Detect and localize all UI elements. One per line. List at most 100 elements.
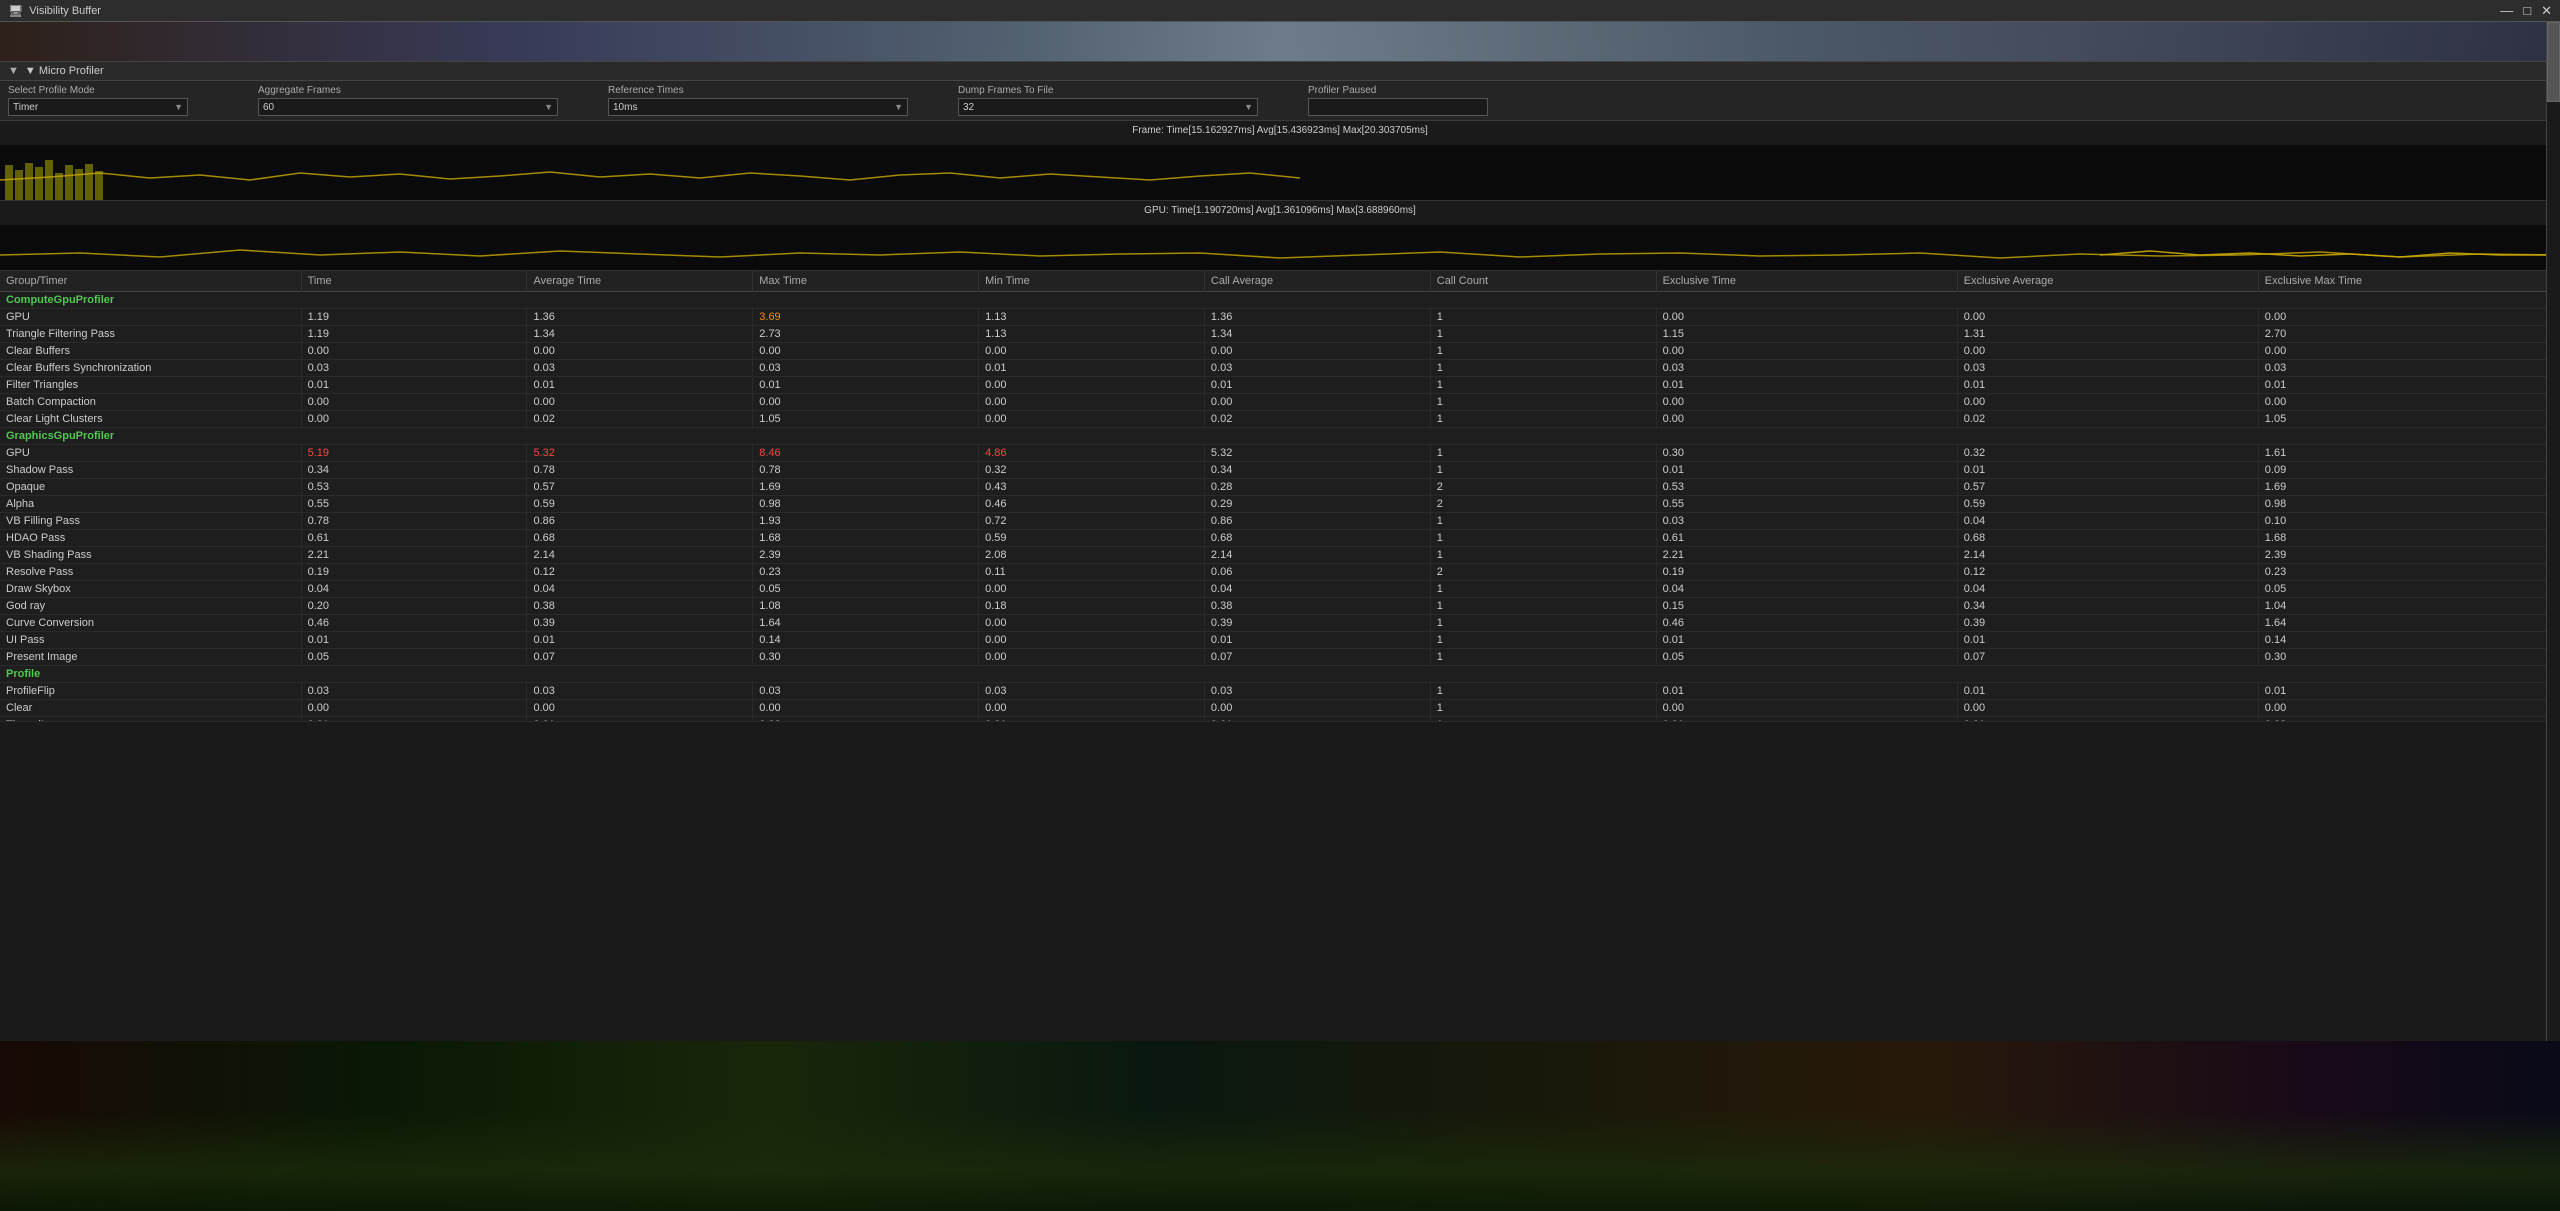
table-cell: 5.32	[1204, 445, 1430, 462]
table-row[interactable]: Triangle Filtering Pass1.191.342.731.131…	[0, 326, 2560, 343]
close-button[interactable]: ✕	[2541, 3, 2552, 19]
gpu-time-graph	[0, 225, 2560, 270]
col-min-time: Min Time	[979, 271, 1205, 292]
table-row[interactable]: GPU1.191.363.691.131.3610.000.000.00	[0, 309, 2560, 326]
table-cell: 3.69	[753, 309, 979, 326]
aggregate-frames-select[interactable]: 60 ▼	[258, 98, 558, 116]
profiler-table: Group/Timer Time Average Time Max Time M…	[0, 271, 2560, 721]
table-cell: 0.02	[2258, 717, 2559, 722]
table-cell: 0.86	[527, 513, 753, 530]
table-cell: 0.01	[301, 377, 527, 394]
table-row[interactable]: VB Filling Pass0.780.861.930.720.8610.03…	[0, 513, 2560, 530]
table-row[interactable]: Clear Buffers0.000.000.000.000.0010.000.…	[0, 343, 2560, 360]
table-row[interactable]: HDAO Pass0.610.681.680.590.6810.610.681.…	[0, 530, 2560, 547]
table-cell: 0.00	[2258, 343, 2559, 360]
micro-profiler-panel: ▼ ▼ Micro Profiler Select Profile Mode T…	[0, 62, 2560, 721]
maximize-button[interactable]: □	[2523, 3, 2531, 19]
table-cell: 2.14	[1957, 547, 2258, 564]
table-cell: 0.00	[979, 377, 1205, 394]
main-container: ▼ ▼ Micro Profiler Select Profile Mode T…	[0, 62, 2560, 1211]
dump-frames-select[interactable]: 32 ▼	[958, 98, 1258, 116]
table-cell: 0.03	[2258, 360, 2559, 377]
aggregate-frames-label: Aggregate Frames	[258, 85, 578, 96]
table-cell: 0.02	[1957, 411, 2258, 428]
table-cell: 0.46	[979, 496, 1205, 513]
titlebar-controls[interactable]: — □ ✕	[2500, 3, 2552, 19]
table-cell: 0.01	[753, 377, 979, 394]
table-row[interactable]: Clear Light Clusters0.000.021.050.000.02…	[0, 411, 2560, 428]
table-row[interactable]: ThreadLoop0.010.010.020.010.0110.010.010…	[0, 717, 2560, 722]
group-name-cell: Profile	[0, 666, 2560, 683]
table-cell: 0.03	[301, 360, 527, 377]
table-cell: 1.64	[753, 615, 979, 632]
group-name-cell: ComputeGpuProfiler	[0, 292, 2560, 309]
table-row[interactable]: Batch Compaction0.000.000.000.000.0010.0…	[0, 394, 2560, 411]
table-row[interactable]: ProfileFlip0.030.030.030.030.0310.010.01…	[0, 683, 2560, 700]
table-cell: 0.00	[1957, 394, 2258, 411]
table-cell: 0.14	[753, 632, 979, 649]
table-cell: 1	[1430, 530, 1656, 547]
table-cell: 0.00	[527, 394, 753, 411]
profiler-table-container: Group/Timer Time Average Time Max Time M…	[0, 271, 2560, 721]
frame-time-graph	[0, 145, 2560, 200]
table-cell: 2	[1430, 479, 1656, 496]
table-cell: 1.64	[2258, 615, 2559, 632]
table-row[interactable]: Filter Triangles0.010.010.010.000.0110.0…	[0, 377, 2560, 394]
select-profile-mode-select[interactable]: Timer ▼	[8, 98, 188, 116]
profiler-toggle-icon[interactable]: ▼	[8, 65, 19, 77]
table-cell: 0.14	[2258, 632, 2559, 649]
table-cell: 2.21	[1656, 547, 1957, 564]
table-cell: 0.01	[1957, 717, 2258, 722]
table-cell: 2.14	[1204, 547, 1430, 564]
table-row[interactable]: GPU5.195.328.464.865.3210.300.321.61	[0, 445, 2560, 462]
table-cell: 0.04	[1957, 513, 2258, 530]
select-profile-mode-value: Timer	[13, 102, 38, 113]
table-cell: 0.43	[979, 479, 1205, 496]
table-cell: 1.69	[753, 479, 979, 496]
table-row[interactable]: Draw Skybox0.040.040.050.000.0410.040.04…	[0, 581, 2560, 598]
table-cell: 0.00	[301, 343, 527, 360]
reference-times-label: Reference Times	[608, 85, 928, 96]
table-cell: HDAO Pass	[0, 530, 301, 547]
table-cell: 2.73	[753, 326, 979, 343]
profiler-header[interactable]: ▼ ▼ Micro Profiler	[0, 62, 2560, 81]
table-row[interactable]: Resolve Pass0.190.120.230.110.0620.190.1…	[0, 564, 2560, 581]
table-row[interactable]: Present Image0.050.070.300.000.0710.050.…	[0, 649, 2560, 666]
frame-time-label: Frame: Time[15.162927ms] Avg[15.436923ms…	[0, 121, 2560, 140]
table-cell: 1.19	[301, 326, 527, 343]
table-cell: 0.00	[2258, 700, 2559, 717]
table-row[interactable]: Shadow Pass0.340.780.780.320.3410.010.01…	[0, 462, 2560, 479]
table-row[interactable]: VB Shading Pass2.212.142.392.082.1412.21…	[0, 547, 2560, 564]
vertical-scrollbar[interactable]	[2546, 22, 2560, 1041]
table-row[interactable]: God ray0.200.381.080.180.3810.150.341.04	[0, 598, 2560, 615]
table-cell: 1.13	[979, 309, 1205, 326]
reference-times-select[interactable]: 10ms ▼	[608, 98, 908, 116]
table-row[interactable]: Clear0.000.000.000.000.0010.000.000.00	[0, 700, 2560, 717]
scrollbar-thumb[interactable]	[2547, 22, 2560, 102]
table-cell: 2.39	[2258, 547, 2559, 564]
table-row[interactable]: Clear Buffers Synchronization0.030.030.0…	[0, 360, 2560, 377]
table-cell: 0.00	[753, 700, 979, 717]
table-cell: 0.29	[1204, 496, 1430, 513]
table-cell: 0.00	[979, 581, 1205, 598]
aggregate-frames-value: 60	[263, 102, 274, 113]
table-row[interactable]: Opaque0.530.571.690.430.2820.530.571.69	[0, 479, 2560, 496]
table-cell: 0.00	[1656, 394, 1957, 411]
table-row[interactable]: UI Pass0.010.010.140.000.0110.010.010.14	[0, 632, 2560, 649]
table-row[interactable]: Curve Conversion0.460.391.640.000.3910.4…	[0, 615, 2560, 632]
table-cell: 1.05	[2258, 411, 2559, 428]
minimize-button[interactable]: —	[2500, 3, 2513, 19]
table-cell: 0.01	[1656, 377, 1957, 394]
table-cell: VB Shading Pass	[0, 547, 301, 564]
table-cell: God ray	[0, 598, 301, 615]
table-group-row: ComputeGpuProfiler	[0, 292, 2560, 309]
table-cell: 0.07	[527, 649, 753, 666]
table-cell: 0.01	[1204, 377, 1430, 394]
table-cell: 0.09	[2258, 462, 2559, 479]
titlebar-title: Visibility Buffer	[29, 5, 101, 17]
table-cell: Clear Buffers	[0, 343, 301, 360]
table-cell: 1	[1430, 581, 1656, 598]
table-cell: 0.34	[1957, 598, 2258, 615]
table-row[interactable]: Alpha0.550.590.980.460.2920.550.590.98	[0, 496, 2560, 513]
table-cell: 0.23	[2258, 564, 2559, 581]
